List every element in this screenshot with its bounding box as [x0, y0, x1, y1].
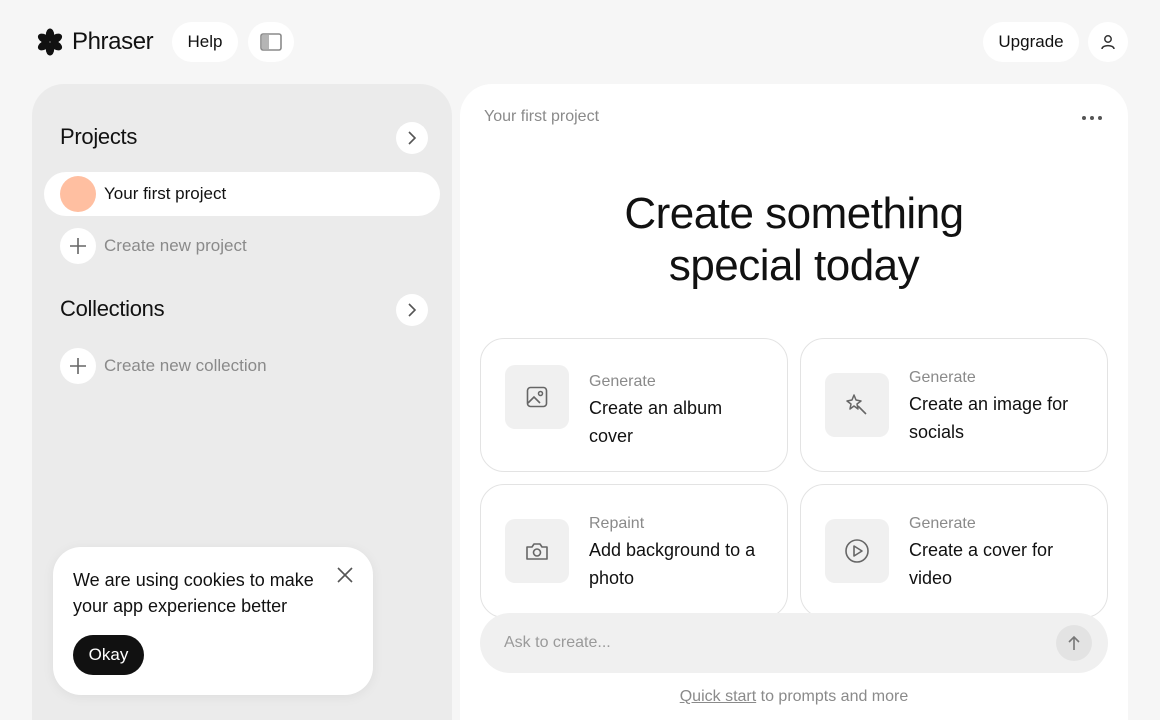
quick-start-hint: Quick start to prompts and more: [460, 688, 1128, 706]
create-project-label: Create new project: [104, 236, 247, 255]
okay-button[interactable]: Okay: [73, 635, 144, 675]
upgrade-button[interactable]: Upgrade: [983, 22, 1079, 62]
brand-name: Phraser: [72, 28, 154, 55]
hero-line-1: Create something: [624, 189, 964, 238]
create-collection-button[interactable]: Create new collection: [60, 348, 267, 384]
close-icon[interactable]: [335, 565, 355, 585]
hero-heading: Create something special today: [460, 188, 1128, 292]
play-icon: [825, 519, 889, 583]
plus-icon: [60, 348, 96, 384]
brand-logo[interactable]: Phraser: [36, 28, 154, 56]
card-video-cover[interactable]: Generate Create a cover for video: [800, 484, 1108, 618]
project-title: Your first project: [484, 108, 600, 125]
project-avatar: [60, 176, 96, 212]
cookie-message: We are using cookies to make your app ex…: [73, 570, 314, 616]
project-label: Your first project: [104, 184, 227, 203]
send-button[interactable]: [1056, 625, 1092, 661]
sidebar-panel-icon: [260, 33, 282, 51]
account-button[interactable]: [1088, 22, 1128, 62]
projects-title: Projects: [60, 124, 138, 149]
cookie-banner: We are using cookies to make your app ex…: [53, 547, 373, 695]
quick-start-link[interactable]: Quick start: [680, 688, 756, 705]
collections-expand-button[interactable]: [396, 294, 428, 326]
asterisk-logo-icon: [37, 28, 63, 56]
chevron-right-icon: [408, 131, 417, 145]
card-repaint-background[interactable]: Repaint Add background to a photo: [480, 484, 788, 618]
create-project-button[interactable]: Create new project: [60, 228, 247, 264]
card-label: Create an image for socials: [909, 394, 1069, 442]
prompt-input[interactable]: [504, 634, 1044, 652]
quick-start-rest: to prompts and more: [756, 688, 909, 705]
card-kicker: Generate: [909, 515, 976, 532]
camera-icon: [505, 519, 569, 583]
arrow-up-icon: [1068, 635, 1080, 650]
magic-wand-icon: [825, 373, 889, 437]
card-album-cover[interactable]: Generate Create an album cover: [480, 338, 788, 472]
sidebar-item-project[interactable]: Your first project: [44, 172, 440, 216]
card-kicker: Repaint: [589, 515, 645, 532]
chevron-right-icon: [408, 303, 417, 317]
collections-title: Collections: [60, 296, 165, 321]
projects-expand-button[interactable]: [396, 122, 428, 154]
hero-line-2: special today: [668, 241, 920, 290]
card-label: Create an album cover: [589, 398, 723, 446]
sidebar-toggle-button[interactable]: [248, 22, 294, 62]
help-button[interactable]: Help: [172, 22, 238, 62]
image-icon: [505, 365, 569, 429]
user-icon: [1101, 35, 1115, 50]
more-options-icon[interactable]: [1076, 108, 1108, 128]
prompt-bar: [480, 613, 1108, 673]
create-collection-label: Create new collection: [104, 356, 267, 375]
card-socials-image[interactable]: Generate Create an image for socials: [800, 338, 1108, 472]
card-label: Create a cover for video: [909, 540, 1054, 588]
card-label: Add background to a photo: [589, 540, 756, 588]
plus-icon: [60, 228, 96, 264]
card-kicker: Generate: [909, 369, 976, 386]
main-panel: Your first project Create something spec…: [460, 84, 1128, 720]
card-kicker: Generate: [589, 373, 656, 390]
